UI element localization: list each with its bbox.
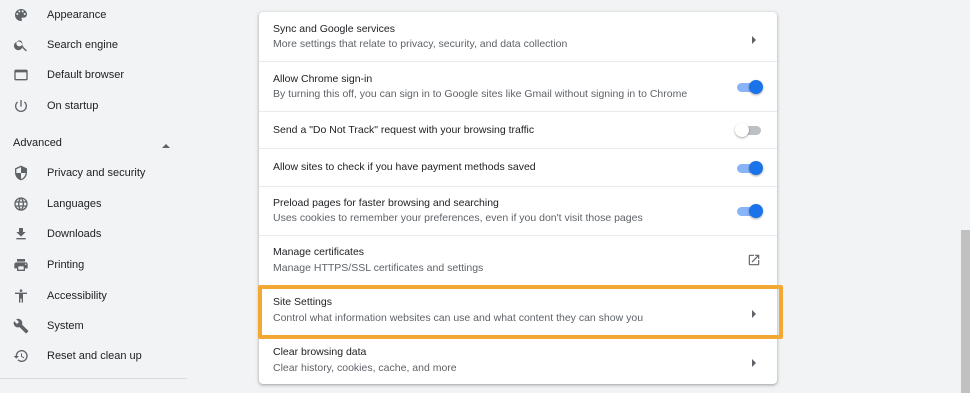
toggle-knob [749, 161, 763, 175]
row-subtitle: By turning this off, you can sign in to … [273, 88, 688, 100]
download-icon [13, 226, 29, 242]
do-not-track-toggle[interactable] [735, 123, 763, 137]
preload-pages-toggle[interactable] [737, 204, 763, 218]
sidebar-item-privacy[interactable]: Privacy and security [0, 158, 187, 188]
sidebar-item-label: Default browser [47, 69, 125, 81]
sidebar-item-label: Printing [47, 259, 85, 271]
toggle-knob [735, 123, 749, 137]
sidebar-item-label: Accessibility [47, 290, 107, 302]
row-payment-methods: Allow sites to check if you have payment… [259, 148, 777, 186]
row-preload-pages: Preload pages for faster browsing and se… [259, 186, 777, 235]
row-title: Send a "Do Not Track" request with your … [273, 124, 535, 136]
reset-icon [13, 348, 29, 364]
toggle-knob [749, 80, 763, 94]
sidebar-item-label: Reset and clean up [47, 350, 142, 362]
row-subtitle: Clear history, cookies, cache, and more [273, 362, 457, 374]
sidebar-item-languages[interactable]: Languages [0, 189, 187, 219]
sidebar-item-on-startup[interactable]: On startup [0, 91, 187, 121]
sidebar-item-search-engine[interactable]: Search engine [0, 30, 187, 60]
sidebar-item-default-browser[interactable]: Default browser [0, 60, 187, 90]
printer-icon [13, 257, 29, 273]
payment-methods-toggle[interactable] [737, 161, 763, 175]
toggle-knob [749, 204, 763, 218]
row-do-not-track: Send a "Do Not Track" request with your … [259, 111, 777, 148]
browser-window-icon [13, 67, 29, 83]
row-title: Sync and Google services [273, 23, 395, 35]
chevron-right-icon[interactable] [749, 32, 759, 44]
row-sync-google-services[interactable]: Sync and Google services More settings t… [259, 12, 777, 61]
row-title: Allow sites to check if you have payment… [273, 161, 536, 173]
wrench-icon [13, 318, 29, 334]
sidebar-item-label: System [47, 320, 84, 332]
sidebar-item-label: Appearance [47, 9, 107, 21]
sidebar-item-printing[interactable]: Printing [0, 250, 187, 280]
row-title: Preload pages for faster browsing and se… [273, 197, 499, 209]
row-subtitle: More settings that relate to privacy, se… [273, 38, 568, 50]
row-allow-chrome-signin: Allow Chrome sign-in By turning this off… [259, 61, 777, 111]
sidebar-item-label: Downloads [47, 228, 102, 240]
palette-icon [13, 7, 29, 23]
chevron-right-icon[interactable] [749, 355, 759, 367]
caret-up-icon [161, 138, 171, 148]
search-icon [13, 37, 29, 53]
sidebar-item-downloads[interactable]: Downloads [0, 219, 187, 249]
sidebar: Appearance Search engine Default browser… [0, 0, 187, 393]
globe-icon [13, 196, 29, 212]
row-title: Clear browsing data [273, 346, 367, 358]
sidebar-item-accessibility[interactable]: Accessibility [0, 281, 187, 311]
advanced-section-toggle[interactable]: Advanced [0, 128, 187, 158]
shield-icon [13, 165, 29, 181]
sidebar-item-appearance[interactable]: Appearance [0, 0, 187, 30]
accessibility-icon [13, 288, 29, 304]
advanced-label: Advanced [13, 137, 62, 149]
site-settings-highlight [258, 285, 783, 339]
power-icon [13, 98, 29, 114]
sidebar-item-label: On startup [47, 100, 99, 112]
row-subtitle: Manage HTTPS/SSL certificates and settin… [273, 262, 484, 274]
sidebar-item-label: Search engine [47, 39, 118, 51]
signin-toggle[interactable] [737, 80, 763, 94]
row-manage-certificates[interactable]: Manage certificates Manage HTTPS/SSL cer… [259, 235, 777, 285]
row-title: Allow Chrome sign-in [273, 73, 373, 85]
settings-page: Appearance Search engine Default browser… [0, 0, 970, 393]
row-subtitle: Uses cookies to remember your preference… [273, 212, 643, 224]
sidebar-item-system[interactable]: System [0, 311, 187, 341]
row-title: Manage certificates [273, 246, 365, 258]
scrollbar-thumb[interactable] [961, 230, 970, 393]
sidebar-item-label: Privacy and security [47, 167, 146, 179]
row-clear-browsing-data[interactable]: Clear browsing data Clear history, cooki… [259, 335, 777, 384]
sidebar-item-reset[interactable]: Reset and clean up [0, 341, 187, 371]
sidebar-item-label: Languages [47, 198, 102, 210]
sidebar-divider [0, 378, 187, 379]
open-external-icon[interactable] [747, 253, 761, 267]
